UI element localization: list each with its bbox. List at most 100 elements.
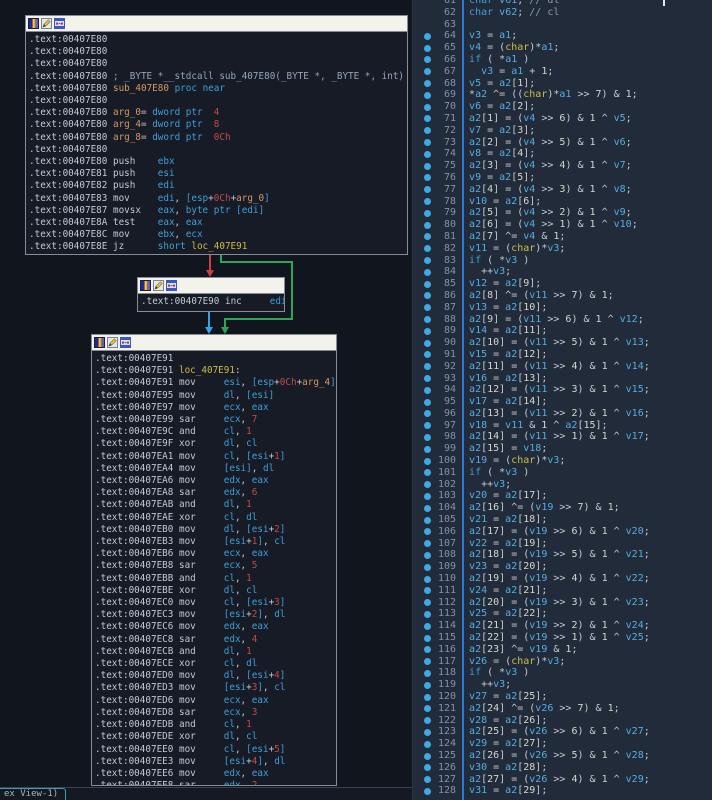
- node-color-icon[interactable]: [140, 277, 151, 295]
- pseudocode-line[interactable]: 128 v31 = a2[29];: [413, 785, 712, 797]
- pseudocode-line[interactable]: 104 a2[16] ^= (v19 >> 7) & 1;: [413, 502, 712, 514]
- pseudocode-line[interactable]: 64 v3 = a1;: [413, 30, 712, 42]
- asm-line[interactable]: .text:00407E91 loc_407E91:: [95, 365, 336, 377]
- pseudocode-line[interactable]: 93 v16 = a2[13];: [413, 373, 712, 385]
- asm-line[interactable]: .text:00407EBB and cl, 1: [95, 573, 336, 585]
- node-edit-icon[interactable]: [41, 15, 52, 33]
- node-group-icon[interactable]: [54, 15, 65, 33]
- asm-line[interactable]: .text:00407E80 arg_8= dword ptr 0Ch: [29, 132, 407, 144]
- asm-line[interactable]: .text:00407E81 push esi: [29, 168, 407, 180]
- asm-line[interactable]: .text:00407EC3 mov [esi+2], dl: [95, 609, 336, 621]
- pseudocode-line[interactable]: 103 v20 = a2[17];: [413, 490, 712, 502]
- pseudocode-line[interactable]: 78 v10 = a2[6];: [413, 196, 712, 208]
- pseudocode-line[interactable]: 70 v6 = a2[2];: [413, 101, 712, 113]
- asm-line[interactable]: .text:00407E95 mov dl, [esi]: [95, 390, 336, 402]
- pseudocode-line[interactable]: 99 a2[15] = v18;: [413, 443, 712, 455]
- asm-line[interactable]: .text:00407EA1 mov cl, [esi+1]: [95, 451, 336, 463]
- asm-line[interactable]: .text:00407EE6 mov edx, eax: [95, 768, 336, 780]
- pseudocode-line[interactable]: 96 a2[13] = (v11 >> 2) & 1 ^ v16;: [413, 408, 712, 420]
- pseudocode-line[interactable]: 77 a2[4] = (v4 >> 3) & 1 ^ v8;: [413, 184, 712, 196]
- pseudocode-line[interactable]: 127 a2[27] = (v26 >> 4) & 1 ^ v29;: [413, 774, 712, 786]
- node-title-bar[interactable]: [92, 335, 336, 351]
- pseudocode-line[interactable]: 120 v27 = a2[25];: [413, 691, 712, 703]
- asm-line[interactable]: .text:00407EA8 sar edx, 6: [95, 487, 336, 499]
- basic-block-node[interactable]: .text:00407E90 inc edi: [137, 277, 285, 312]
- pseudocode-line[interactable]: 123 a2[25] = (v26 >> 6) & 1 ^ v27;: [413, 726, 712, 738]
- asm-line[interactable]: .text:00407EB8 sar ecx, 5: [95, 560, 336, 572]
- pseudocode-line[interactable]: 116 a2[23] ^= v19 & 1;: [413, 644, 712, 656]
- node-edit-icon[interactable]: [153, 277, 164, 295]
- pseudocode-line[interactable]: 92 a2[11] = (v11 >> 4) & 1 ^ v14;: [413, 361, 712, 373]
- pseudocode-line[interactable]: 119 ++v3;: [413, 679, 712, 691]
- node-edit-icon[interactable]: [107, 334, 118, 352]
- asm-line[interactable]: .text:00407E9F xor dl, cl: [95, 438, 336, 450]
- pseudocode-line[interactable]: 94 a2[12] = (v11 >> 3) & 1 ^ v15;: [413, 384, 712, 396]
- node-group-icon[interactable]: [166, 277, 177, 295]
- basic-block-node[interactable]: .text:00407E80.text:00407E80.text:00407E…: [25, 15, 408, 255]
- asm-line[interactable]: .text:00407ED8 sar ecx, 3: [95, 707, 336, 719]
- pseudocode-line[interactable]: 69 *a2 ^= ((char)*a1 >> 7) & 1;: [413, 89, 712, 101]
- pseudocode-line[interactable]: 90 a2[10] = (v11 >> 5) & 1 ^ v13;: [413, 337, 712, 349]
- asm-line[interactable]: .text:00407ED3 mov [esi+3], cl: [95, 682, 336, 694]
- asm-line[interactable]: .text:00407E8C mov ebx, ecx: [29, 229, 407, 241]
- pseudocode-line[interactable]: 115 a2[22] = (v19 >> 1) & 1 ^ v25;: [413, 632, 712, 644]
- asm-line[interactable]: .text:00407EA4 mov [esi], dl: [95, 463, 336, 475]
- asm-line[interactable]: .text:00407E80: [29, 144, 407, 156]
- asm-line[interactable]: .text:00407ED6 mov ecx, eax: [95, 695, 336, 707]
- pseudocode-line[interactable]: 111 v24 = a2[21];: [413, 585, 712, 597]
- pseudocode-line[interactable]: 75 a2[3] = (v4 >> 4) & 1 ^ v7;: [413, 160, 712, 172]
- node-color-icon[interactable]: [28, 15, 39, 33]
- asm-line[interactable]: .text:00407EC6 mov edx, eax: [95, 621, 336, 633]
- pseudocode-line[interactable]: 124 v29 = a2[27];: [413, 738, 712, 750]
- asm-line[interactable]: .text:00407E9C and cl, 1: [95, 426, 336, 438]
- pseudocode-line[interactable]: 76 v9 = a2[5];: [413, 172, 712, 184]
- asm-line[interactable]: .text:00407ECE xor cl, dl: [95, 658, 336, 670]
- asm-line[interactable]: .text:00407EE3 mov [esi+4], dl: [95, 756, 336, 768]
- hex-view-tab[interactable]: ex View-1): [0, 788, 66, 800]
- pseudocode-line[interactable]: 61 char v61; // dl: [413, 0, 712, 7]
- pseudocode-line[interactable]: 68 v5 = a2[1];: [413, 78, 712, 90]
- pseudocode-line[interactable]: 89 v14 = a2[11];: [413, 325, 712, 337]
- asm-line[interactable]: .text:00407EDE xor dl, cl: [95, 731, 336, 743]
- asm-line[interactable]: .text:00407E80 arg_0= dword ptr 4: [29, 107, 407, 119]
- asm-line[interactable]: .text:00407EA6 mov edx, eax: [95, 475, 336, 487]
- asm-line[interactable]: .text:00407EC0 mov cl, [esi+3]: [95, 597, 336, 609]
- pseudocode-line[interactable]: 122 v28 = a2[26];: [413, 715, 712, 727]
- asm-line[interactable]: .text:00407E80: [29, 34, 407, 46]
- pseudocode-line[interactable]: 88 a2[9] = (v11 >> 6) & 1 ^ v12;: [413, 314, 712, 326]
- asm-line[interactable]: .text:00407E8E jz short loc_407E91: [29, 241, 407, 253]
- asm-line[interactable]: .text:00407E80 sub_407E80 proc near: [29, 83, 407, 95]
- asm-line[interactable]: .text:00407EAE xor cl, dl: [95, 512, 336, 524]
- pseudocode-line[interactable]: 66 if ( *a1 ): [413, 54, 712, 66]
- pseudocode-line[interactable]: 73 a2[2] = (v4 >> 5) & 1 ^ v6;: [413, 137, 712, 149]
- basic-block-node[interactable]: .text:00407E91.text:00407E91 loc_407E91:…: [91, 334, 337, 786]
- pseudocode-line[interactable]: 67 v3 = a1 + 1;: [413, 66, 712, 78]
- pseudocode-line[interactable]: 65 v4 = (char)*a1;: [413, 42, 712, 54]
- pseudocode-line[interactable]: 125 a2[26] = (v26 >> 5) & 1 ^ v28;: [413, 750, 712, 762]
- asm-line[interactable]: .text:00407E90 inc edi: [141, 296, 284, 308]
- pseudocode-line[interactable]: 82 v11 = (char)*v3;: [413, 243, 712, 255]
- node-color-icon[interactable]: [94, 334, 105, 352]
- pseudocode-line[interactable]: 86 a2[8] ^= (v11 >> 7) & 1;: [413, 290, 712, 302]
- pseudocode-line[interactable]: 110 a2[19] = (v19 >> 4) & 1 ^ v22;: [413, 573, 712, 585]
- pseudocode-line[interactable]: 91 v15 = a2[12];: [413, 349, 712, 361]
- pseudocode-line[interactable]: 81 a2[7] ^= v4 & 1;: [413, 231, 712, 243]
- asm-line[interactable]: .text:00407ED0 mov dl, [esi+4]: [95, 670, 336, 682]
- asm-line[interactable]: .text:00407E8A test eax, eax: [29, 217, 407, 229]
- asm-line[interactable]: .text:00407E87 movsx eax, byte ptr [edi]: [29, 205, 407, 217]
- asm-line[interactable]: .text:00407E83 mov edi, [esp+0Ch+arg_0]: [29, 193, 407, 205]
- asm-line[interactable]: .text:00407E97 mov ecx, eax: [95, 402, 336, 414]
- asm-line[interactable]: .text:00407EB6 mov ecx, eax: [95, 548, 336, 560]
- pseudocode-line[interactable]: 85 v12 = a2[9];: [413, 278, 712, 290]
- pseudocode-line[interactable]: 98 a2[14] = (v11 >> 1) & 1 ^ v17;: [413, 431, 712, 443]
- pseudocode-view[interactable]: 61 char v61; // dl62 char v62; // cl6364…: [412, 0, 712, 800]
- asm-line[interactable]: .text:00407EE0 mov cl, [esi+5]: [95, 744, 336, 756]
- asm-line[interactable]: .text:00407EB0 mov dl, [esi+2]: [95, 524, 336, 536]
- pseudocode-line[interactable]: 97 v18 = v11 & 1 ^ a2[15];: [413, 420, 712, 432]
- pseudocode-line[interactable]: 113 v25 = a2[22];: [413, 608, 712, 620]
- pseudocode-line[interactable]: 62 char v62; // cl: [413, 7, 712, 19]
- asm-line[interactable]: .text:00407EBE xor dl, cl: [95, 585, 336, 597]
- pseudocode-line[interactable]: 112 a2[20] = (v19 >> 3) & 1 ^ v23;: [413, 597, 712, 609]
- pseudocode-line[interactable]: 121 a2[24] ^= (v26 >> 7) & 1;: [413, 703, 712, 715]
- pseudocode-line[interactable]: 107 v22 = a2[19];: [413, 538, 712, 550]
